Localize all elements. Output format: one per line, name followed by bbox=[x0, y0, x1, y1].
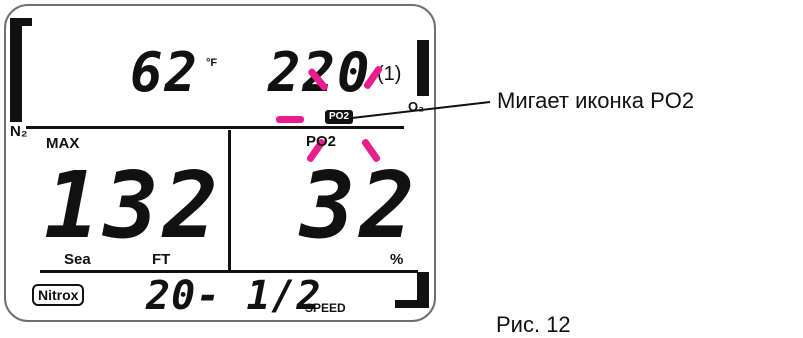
temperature-unit: °F bbox=[206, 57, 218, 69]
po2-badge: PO2 bbox=[325, 110, 354, 124]
right-bottom-foot bbox=[395, 300, 429, 308]
callout-label: Мигает иконка PO2 bbox=[497, 88, 695, 113]
n2-label: N₂ bbox=[10, 123, 28, 140]
right-bracket-bar bbox=[417, 40, 429, 96]
o2-label: O₂ bbox=[408, 99, 424, 114]
center-divider bbox=[228, 130, 231, 270]
speed-value: 20- 1/2 bbox=[146, 273, 322, 319]
temperature-value: 62 bbox=[130, 41, 200, 104]
ft-label: FT bbox=[152, 251, 171, 268]
blink-marker-left bbox=[276, 116, 304, 123]
max-label: MAX bbox=[46, 135, 80, 152]
nitrox-indicator: Nitrox bbox=[32, 284, 85, 306]
speed-label: SPEED bbox=[305, 301, 346, 315]
top-divider bbox=[26, 126, 404, 129]
po2-value: 220 bbox=[268, 41, 372, 104]
percent-unit: % bbox=[390, 251, 404, 268]
left-bracket-top bbox=[10, 18, 32, 26]
po2-bottom-label: PO2 bbox=[306, 133, 337, 150]
max-depth-value: 132 bbox=[44, 152, 223, 259]
figure-caption: Рис. 12 bbox=[496, 312, 571, 337]
left-bracket-bar bbox=[10, 18, 22, 122]
oxygen-percent-value: 32 bbox=[300, 152, 419, 259]
sea-label: Sea bbox=[64, 251, 91, 268]
